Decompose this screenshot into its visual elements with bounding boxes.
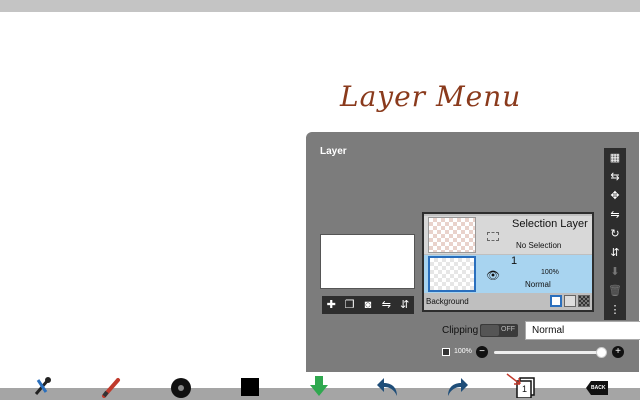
redo-icon[interactable]: [444, 374, 470, 398]
flip-horizontal-icon[interactable]: ⇋: [379, 298, 393, 312]
layer-thumbnail: [428, 256, 476, 292]
merge-icon[interactable]: ⇆: [607, 169, 623, 185]
layer-blend-mode: Normal: [525, 280, 551, 289]
layer-panel: Layer ✚ ❐ ◙ ⇋ ⇵ Selection Layer No Selec…: [306, 132, 640, 372]
copy-layer-icon[interactable]: ❐: [343, 298, 357, 312]
flip-vertical-icon[interactable]: ⇵: [398, 298, 412, 312]
preview-toolbar: ✚ ❐ ◙ ⇋ ⇵: [322, 296, 414, 314]
rotate-icon[interactable]: ↻: [607, 226, 623, 242]
layer-opacity: 100%: [541, 269, 559, 276]
download-icon[interactable]: [306, 374, 332, 398]
opacity-slider[interactable]: [494, 351, 604, 354]
add-layer-icon[interactable]: ✚: [324, 298, 338, 312]
opacity-slider-thumb[interactable]: [596, 347, 607, 358]
clipping-label: Clipping: [442, 325, 479, 336]
layer-status: No Selection: [516, 241, 562, 250]
annotation-arrow: [506, 373, 521, 385]
layer-number: 1: [511, 255, 518, 267]
background-gray-swatch[interactable]: [564, 295, 576, 307]
background-row: Background: [424, 294, 592, 310]
move-down-icon[interactable]: ⬇: [607, 264, 623, 280]
toggle-state: OFF: [501, 326, 515, 333]
opacity-minus-button[interactable]: −: [476, 346, 488, 358]
move-icon[interactable]: ✥: [607, 188, 623, 204]
camera-icon[interactable]: ◙: [361, 298, 375, 312]
toggle-knob: [481, 325, 499, 336]
clipping-toggle[interactable]: OFF: [480, 324, 518, 337]
bottom-toolbar: 1 BACK: [0, 372, 640, 400]
brush-size-icon[interactable]: [168, 374, 194, 398]
more-icon[interactable]: ⋮: [607, 302, 623, 318]
background-white-swatch[interactable]: [550, 295, 562, 307]
flip-vertical-icon[interactable]: ⇵: [607, 245, 623, 261]
brush-icon[interactable]: [99, 374, 125, 398]
transparency-icon[interactable]: ▦: [607, 150, 623, 166]
layer-list: Selection Layer No Selection 👁 1 100% No…: [422, 212, 594, 312]
undo-icon[interactable]: [375, 374, 401, 398]
layer-sidebar: ▦ ⇆ ✥ ⇋ ↻ ⇵ ⬇ 🗑 ⋮: [604, 148, 626, 320]
panel-title: Layer: [320, 146, 347, 157]
blend-mode-select[interactable]: Normal ▲: [525, 321, 640, 340]
background-checker-swatch[interactable]: [578, 295, 590, 307]
eye-icon[interactable]: 👁: [486, 269, 500, 282]
back-label: BACK: [591, 385, 606, 391]
layer-name: Selection Layer: [512, 218, 588, 230]
blend-mode-value: Normal: [532, 325, 565, 336]
layer-row-1[interactable]: 👁 1 100% Normal: [424, 255, 592, 293]
opacity-plus-button[interactable]: +: [612, 346, 624, 358]
opacity-icon: [442, 348, 450, 356]
back-icon[interactable]: BACK: [584, 374, 610, 398]
trash-icon[interactable]: 🗑: [607, 283, 623, 299]
tools-icon[interactable]: [30, 374, 56, 398]
annotation-text: Layer Menu: [340, 80, 522, 113]
selection-layer-row[interactable]: Selection Layer No Selection: [424, 216, 592, 254]
top-status-bar: [0, 0, 640, 12]
flip-horizontal-icon[interactable]: ⇋: [607, 207, 623, 223]
canvas-preview: [320, 234, 415, 289]
color-icon[interactable]: [237, 374, 263, 398]
layer-thumbnail: [428, 217, 476, 253]
selection-icon: [487, 232, 499, 241]
opacity-label: 100%: [454, 348, 472, 355]
background-label: Background: [426, 297, 469, 306]
